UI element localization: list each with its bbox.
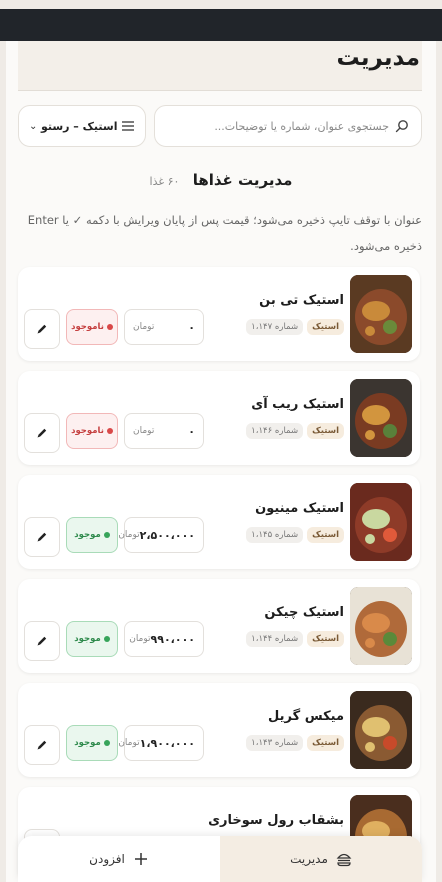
availability-toggle[interactable]: ناموجود (66, 309, 118, 345)
price-unit: تومان (133, 322, 155, 332)
price-unit: تومان (133, 426, 155, 436)
price-value: ۱،۹۰۰،۰۰۰ (139, 736, 195, 750)
status-dot-icon (106, 428, 113, 434)
food-card: استیک چیکن استیک شماره ۱،۱۴۴ ۹۹۰،۰۰۰ تومان مو… (18, 579, 420, 673)
price-input[interactable]: ۰ تومان (124, 413, 204, 449)
item-number-tag: شماره ۱،۱۴۷ (246, 319, 304, 335)
food-photo (350, 587, 412, 665)
item-number-tag: شماره ۱،۱۴۳ (246, 735, 304, 751)
menu-lines-icon (121, 120, 135, 132)
item-number-tag: شماره ۱،۱۴۴ (246, 631, 304, 647)
food-tags: استیک شماره ۱،۱۴۷ (246, 319, 344, 335)
status-dot-icon (103, 636, 110, 642)
food-tags: استیک شماره ۱،۱۴۳ (246, 735, 344, 751)
search-input[interactable] (167, 119, 389, 133)
status-label: موجود (74, 634, 101, 644)
food-name[interactable]: استیک چیکن (264, 605, 344, 620)
food-photo (350, 275, 412, 353)
status-dot-icon (103, 740, 110, 746)
status-label: موجود (74, 530, 101, 540)
price-input[interactable]: ۲،۵۰۰،۰۰۰ تومان (118, 517, 204, 553)
price-value: ۲،۵۰۰،۰۰۰ (139, 528, 195, 542)
food-tags: استیک شماره ۱،۱۴۴ (246, 631, 344, 647)
plus-icon (133, 851, 149, 867)
price-unit: تومان (129, 634, 151, 644)
page-title: مدیریت (336, 45, 420, 71)
status-label: ناموجود (71, 322, 104, 332)
edit-button[interactable] (24, 725, 60, 765)
food-name[interactable]: استیک مینیون (255, 501, 344, 516)
food-count: ۶۰ غذا (149, 175, 180, 188)
food-card: استیک تی بن استیک شماره ۱،۱۴۷ ۰ تومان ناموجود (18, 267, 420, 361)
status-label: ناموجود (71, 426, 104, 436)
edit-button[interactable] (24, 413, 60, 453)
section-title: مدیریت غذاها (192, 171, 293, 189)
search-box[interactable] (154, 105, 422, 147)
section-heading: مدیریت غذاها ۶۰ غذا (6, 171, 436, 189)
food-name[interactable]: میکس گریل (268, 709, 344, 724)
price-input[interactable]: ۹۹۰،۰۰۰ تومان (124, 621, 204, 657)
status-label: موجود (74, 738, 101, 748)
nav-add[interactable]: افزودن (18, 836, 220, 882)
availability-toggle[interactable]: موجود (66, 725, 118, 761)
price-input[interactable]: ۰ تومان (124, 309, 204, 345)
food-name[interactable]: استیک ریب آی (251, 397, 344, 412)
filter-selected-label: استیک – رستو (40, 119, 118, 133)
item-number-tag: شماره ۱،۱۴۶ (246, 423, 304, 439)
availability-toggle[interactable]: موجود (66, 621, 118, 657)
price-unit: تومان (118, 738, 140, 748)
food-name[interactable]: بشقاب رول سوخاری (208, 813, 344, 828)
food-tags: استیک شماره ۱،۱۴۶ (246, 423, 344, 439)
food-photo (350, 483, 412, 561)
price-value: ۰ (188, 424, 195, 438)
top-status-bar (0, 9, 442, 41)
edit-button[interactable] (24, 517, 60, 557)
item-number-tag: شماره ۱،۱۴۵ (246, 527, 304, 543)
food-name[interactable]: استیک تی بن (259, 293, 344, 308)
edit-button[interactable] (24, 621, 60, 661)
edit-button[interactable] (24, 309, 60, 349)
status-dot-icon (106, 324, 113, 330)
price-value: ۹۹۰،۰۰۰ (150, 632, 195, 646)
price-input[interactable]: ۱،۹۰۰،۰۰۰ تومان (118, 725, 204, 761)
admin-sheet: مدیریت استیک – رستو ⌄ مدیریت غذاها ۶۰ غذ… (6, 41, 436, 882)
page-header: مدیریت (18, 41, 422, 91)
pencil-icon (36, 531, 48, 543)
search-icon (395, 119, 409, 133)
category-filter-select[interactable]: استیک – رستو ⌄ (18, 105, 146, 147)
pencil-icon (36, 427, 48, 439)
food-photo (350, 691, 412, 769)
category-tag: استیک (307, 527, 344, 543)
burger-icon (336, 851, 352, 867)
availability-toggle[interactable]: ناموجود (66, 413, 118, 449)
food-tags: استیک شماره ۱،۱۴۵ (246, 527, 344, 543)
food-photo (350, 379, 412, 457)
help-text: عنوان با توقف تایپ ذخیره می‌شود؛ قیمت پس… (27, 213, 422, 253)
category-tag: استیک (307, 735, 344, 751)
nav-manage[interactable]: مدیریت (220, 836, 422, 882)
nav-manage-label: مدیریت (290, 852, 328, 866)
price-unit: تومان (118, 530, 140, 540)
pencil-icon (36, 323, 48, 335)
food-card: استیک ریب آی استیک شماره ۱،۱۴۶ ۰ تومان ناموجو… (18, 371, 420, 465)
food-card: استیک مینیون استیک شماره ۱،۱۴۵ ۲،۵۰۰،۰۰۰ توم… (18, 475, 420, 569)
category-tag: استیک (307, 319, 344, 335)
nav-add-label: افزودن (89, 852, 125, 866)
chevron-down-icon: ⌄ (29, 120, 38, 132)
category-tag: استیک (307, 631, 344, 647)
price-value: ۰ (188, 320, 195, 334)
food-card: میکس گریل استیک شماره ۱،۱۴۳ ۱،۹۰۰،۰۰۰ تومان م… (18, 683, 420, 777)
pencil-icon (36, 635, 48, 647)
status-dot-icon (103, 532, 110, 538)
bottom-nav: مدیریت افزودن (18, 836, 422, 882)
availability-toggle[interactable]: موجود (66, 517, 118, 553)
category-tag: استیک (307, 423, 344, 439)
pencil-icon (36, 739, 48, 751)
